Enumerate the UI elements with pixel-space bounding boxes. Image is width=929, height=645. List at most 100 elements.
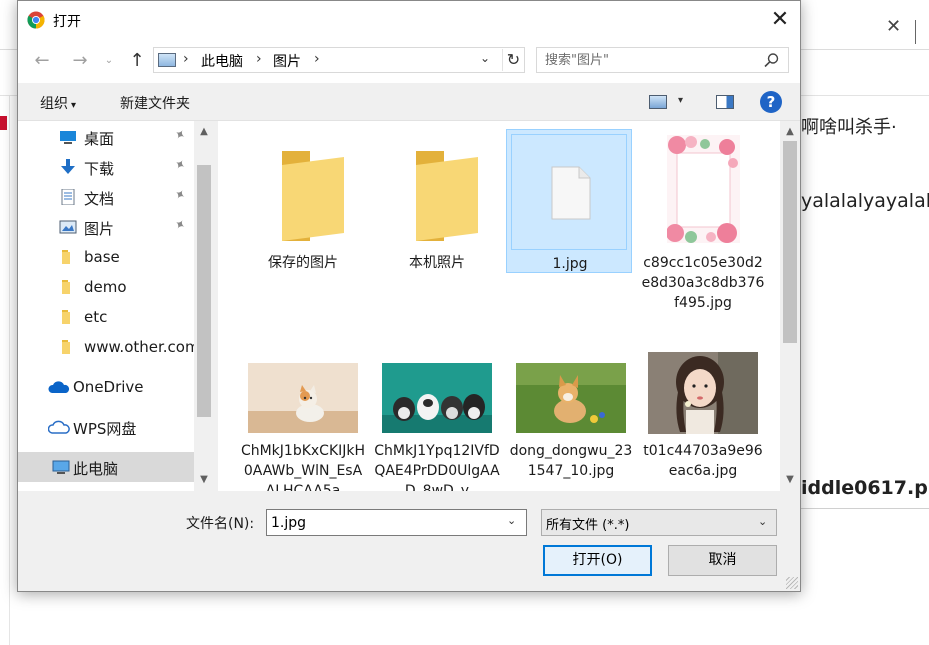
breadcrumb-chevron-icon[interactable]: ›: [314, 51, 320, 67]
file-name: 本机照片: [409, 255, 465, 271]
new-folder-button[interactable]: 新建文件夹: [120, 93, 190, 113]
file-name: ChMkJ1Ypq12IVfDQAE4PrDD0UlgAAD_8wD_y: [374, 443, 500, 491]
nav-item-pictures[interactable]: 图片 ✦: [18, 212, 194, 242]
resize-grip-icon[interactable]: [786, 577, 798, 589]
forward-arrow-icon[interactable]: →: [68, 49, 92, 73]
preview-pane-icon[interactable]: [716, 95, 734, 109]
pin-icon[interactable]: ✦: [171, 216, 188, 234]
nav-item-label: WPS网盘: [73, 420, 137, 438]
filename-dropdown-icon[interactable]: ⌄: [507, 514, 516, 527]
caret-down-icon: ▾: [71, 100, 77, 111]
folder-icon: [62, 340, 70, 354]
puppies-photo-thumbnail: [382, 363, 492, 433]
file-name: t01c44703a9e96eac6a.jpg: [643, 443, 763, 479]
close-icon[interactable]: ✕: [764, 5, 796, 35]
corgi-photo-thumbnail: [516, 363, 626, 433]
page-underline: [801, 508, 929, 509]
file-tile-portrait[interactable]: t01c44703a9e96eac6a.jpg: [640, 347, 766, 491]
filename-input[interactable]: [267, 510, 497, 535]
folder-icon: [282, 151, 344, 241]
nav-item-label: base: [84, 248, 120, 266]
nav-item-label: 此电脑: [73, 460, 119, 478]
file-name: dong_dongwu_231547_10.jpg: [509, 443, 633, 479]
browser-bookmark-mark: [0, 116, 7, 130]
file-name: ChMkJ1bKxCKIJkH0AAWb_WlN_EsAALHCAA5a: [240, 443, 366, 491]
open-button[interactable]: 打开(O): [543, 545, 652, 576]
nav-item-demo[interactable]: demo: [18, 272, 194, 302]
kitten-photo-thumbnail: [248, 363, 358, 433]
recent-locations-chevron-icon[interactable]: ⌄: [102, 49, 116, 73]
file-name: c89cc1c05e30d2e8d30a3c8db376f495.jpg: [641, 255, 765, 311]
view-options-caret-icon[interactable]: ▾: [678, 95, 683, 106]
search-box[interactable]: [536, 47, 789, 73]
folder-icon: [62, 310, 70, 324]
nav-item-wps-cloud[interactable]: WPS网盘: [18, 412, 194, 442]
search-input[interactable]: [537, 48, 757, 72]
file-tile-kitten[interactable]: ChMkJ1bKxCKIJkH0AAWb_WlN_EsAALHCAA5a: [240, 347, 366, 491]
cancel-button[interactable]: 取消: [668, 545, 777, 576]
file-name: 保存的图片: [268, 255, 338, 271]
page-divider: [9, 96, 10, 645]
dialog-title: 打开: [53, 14, 81, 30]
nav-item-label: 桌面: [84, 130, 115, 148]
refresh-icon[interactable]: ↻: [502, 49, 524, 71]
file-list-scrollbar[interactable]: ▲ ▼: [780, 121, 800, 491]
file-type-select[interactable]: 所有文件 (*.*) ⌄: [541, 509, 777, 536]
open-file-dialog: 打开 ✕ ← → ⌄ ↑ › 此电脑 › 图片 › ⌄ ↻ 组织▾ 新建: [17, 0, 801, 592]
nav-item-etc[interactable]: etc: [18, 302, 194, 332]
nav-item-downloads[interactable]: 下载 ✦: [18, 152, 194, 182]
change-view-icon[interactable]: [649, 95, 667, 109]
search-icon[interactable]: [763, 52, 781, 68]
address-dropdown-icon[interactable]: ⌄: [480, 51, 490, 65]
file-list-scroll-thumb[interactable]: [783, 141, 797, 343]
document-icon: [61, 189, 75, 205]
help-icon[interactable]: ?: [760, 91, 782, 113]
file-tile-saved-pictures[interactable]: 保存的图片: [240, 131, 366, 275]
dialog-titlebar: 打开 ✕: [18, 1, 800, 39]
cloud-icon: [48, 381, 70, 393]
pin-icon[interactable]: ✦: [171, 156, 188, 174]
breadcrumb-this-pc[interactable]: 此电脑: [201, 51, 243, 71]
nav-item-www-other[interactable]: www.other.com: [18, 332, 200, 362]
file-name: 1.jpg: [552, 256, 588, 272]
filename-combobox[interactable]: ⌄: [266, 509, 527, 536]
pin-icon[interactable]: ✦: [171, 186, 188, 204]
pictures-location-icon: [158, 53, 176, 67]
back-arrow-icon[interactable]: ←: [30, 49, 54, 73]
file-list: 保存的图片 本机照片 1.jpg c89cc1c05e30d2e8d30a3c8…: [218, 121, 800, 491]
folder-icon: [62, 280, 70, 294]
nav-item-this-pc[interactable]: 此电脑: [18, 452, 194, 482]
scroll-down-icon[interactable]: ▼: [194, 471, 214, 489]
organize-button[interactable]: 组织 ▾: [40, 93, 76, 113]
page-text-line-3: iddle0617.ph: [801, 477, 929, 499]
nav-item-documents[interactable]: 文档 ✦: [18, 182, 194, 212]
browser-close-icon[interactable]: ✕: [886, 18, 901, 36]
pin-icon[interactable]: ✦: [171, 126, 188, 144]
scroll-up-icon[interactable]: ▲: [194, 123, 214, 141]
nav-item-desktop[interactable]: 桌面 ✦: [18, 122, 194, 152]
computer-icon: [52, 460, 70, 474]
nav-pane-scrollbar[interactable]: ▲ ▼: [194, 121, 214, 491]
file-tile-floral-frame[interactable]: c89cc1c05e30d2e8d30a3c8db376f495.jpg: [640, 131, 766, 311]
nav-item-label: OneDrive: [73, 378, 144, 396]
breadcrumb-pictures[interactable]: 图片: [273, 51, 301, 71]
file-tile-1-jpg[interactable]: 1.jpg: [506, 129, 632, 273]
scroll-up-icon[interactable]: ▲: [780, 123, 800, 141]
nav-item-base[interactable]: base: [18, 242, 194, 272]
navigation-pane: 桌面 ✦ 下载 ✦ 文档 ✦ 图片 ✦ base demo etc www.ot…: [18, 121, 214, 491]
file-type-dropdown-icon[interactable]: ⌄: [758, 515, 767, 528]
navigation-bar: ← → ⌄ ↑ › 此电脑 › 图片 › ⌄ ↻: [18, 39, 800, 83]
file-type-value: 所有文件 (*.*): [546, 518, 630, 533]
scroll-down-icon[interactable]: ▼: [780, 471, 800, 489]
page-text-line-2: yalalalyayalala: [801, 190, 929, 212]
address-bar[interactable]: › 此电脑 › 图片 › ⌄ ↻: [153, 47, 525, 73]
breadcrumb-chevron-icon[interactable]: ›: [256, 51, 262, 67]
nav-item-onedrive[interactable]: OneDrive: [18, 372, 194, 402]
file-tile-corgi[interactable]: dong_dongwu_231547_10.jpg: [508, 347, 634, 491]
file-tile-puppies[interactable]: ChMkJ1Ypq12IVfDQAE4PrDD0UlgAAD_8wD_y: [374, 347, 500, 491]
file-tile-camera-roll[interactable]: 本机照片: [374, 131, 500, 275]
breadcrumb-chevron-icon[interactable]: ›: [183, 51, 189, 67]
floral-frame-thumbnail: [667, 135, 740, 243]
up-arrow-icon[interactable]: ↑: [125, 49, 149, 73]
nav-pane-scroll-thumb[interactable]: [197, 165, 211, 417]
